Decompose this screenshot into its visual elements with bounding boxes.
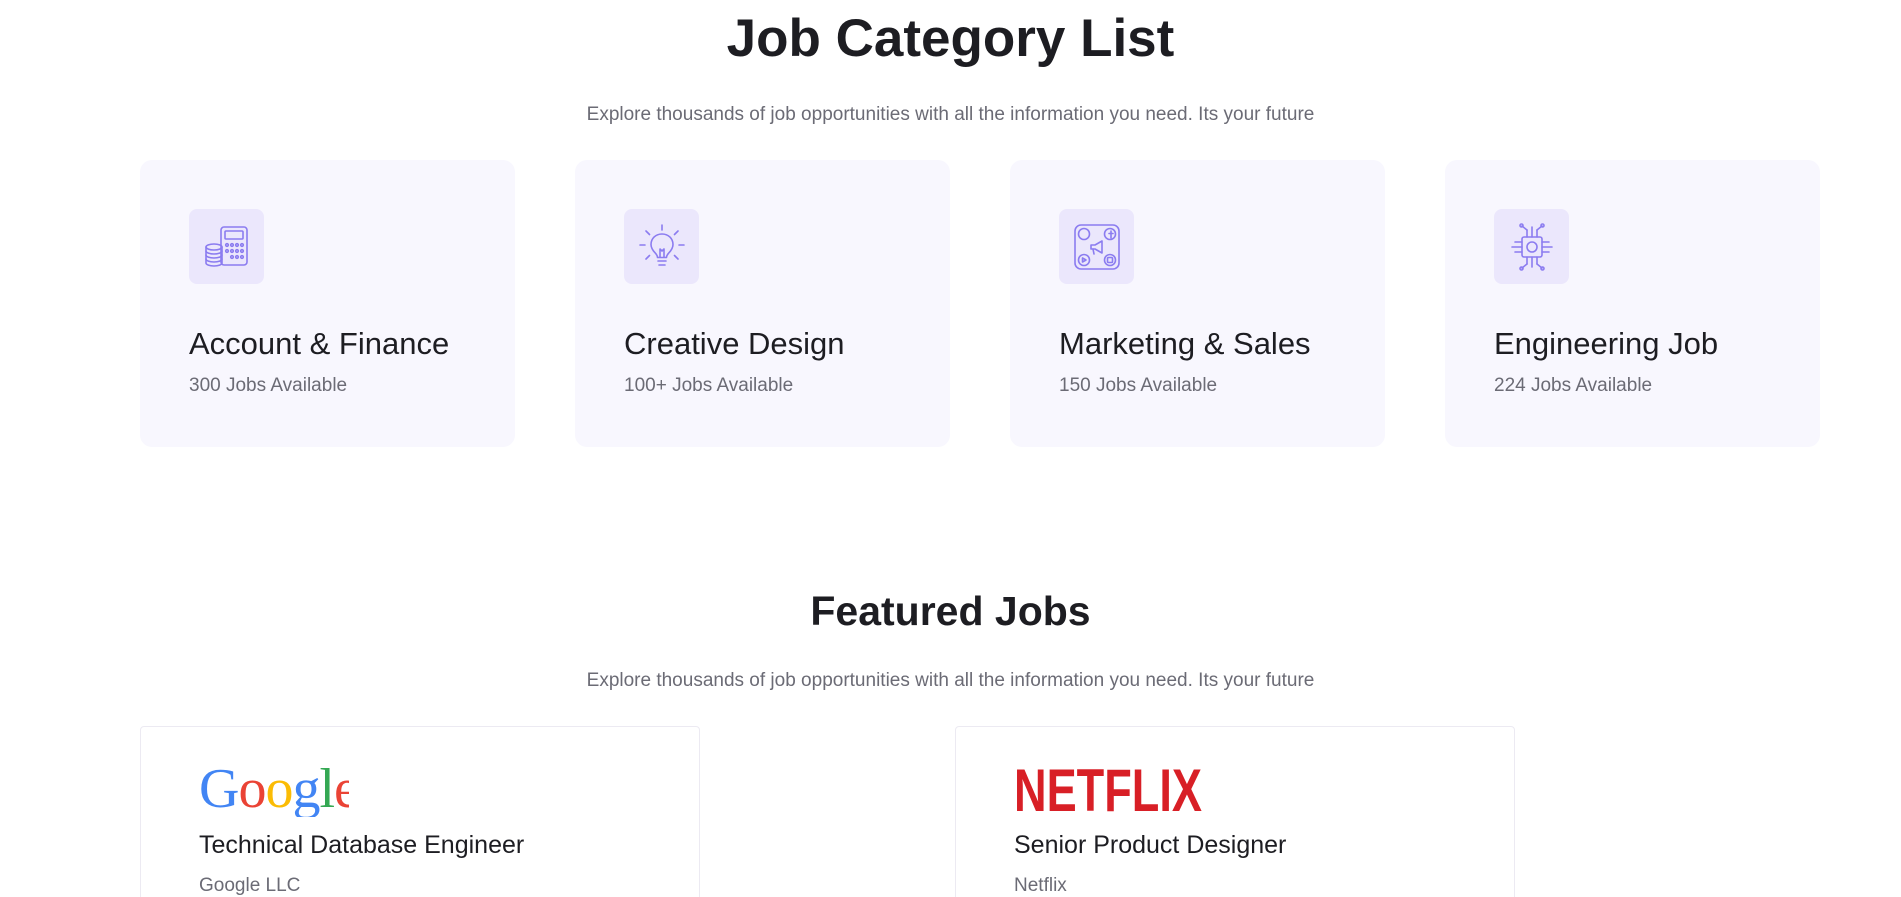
job-category-subtitle: Explore thousands of job opportunities w…: [586, 104, 1315, 125]
lightbulb-icon: [624, 209, 699, 284]
category-card-engineering[interactable]: Engineering Job 224 Jobs Available: [1445, 160, 1820, 447]
social-media-megaphone-icon: [1059, 209, 1134, 284]
category-name: Account & Finance: [189, 326, 450, 361]
category-name: Marketing & Sales: [1059, 326, 1311, 361]
job-title[interactable]: Technical Database Engineer: [199, 831, 524, 860]
job-category-title: Job Category List: [726, 9, 1175, 68]
calculator-coins-icon: [189, 209, 264, 284]
category-job-count: 300 Jobs Available: [189, 375, 348, 396]
featured-jobs-title: Featured Jobs: [810, 588, 1091, 634]
category-card-account-finance[interactable]: Account & Finance 300 Jobs Available: [140, 160, 515, 447]
category-job-count: 224 Jobs Available: [1494, 375, 1653, 396]
company-name: Google LLC: [199, 875, 301, 896]
circuit-chip-icon: [1494, 209, 1569, 284]
netflix-logo: NETFLIX: [1014, 757, 1202, 817]
category-name: Creative Design: [624, 326, 845, 361]
category-job-count: 150 Jobs Available: [1059, 375, 1218, 396]
featured-jobs-subtitle: Explore thousands of job opportunities w…: [586, 670, 1315, 691]
category-card-creative-design[interactable]: Creative Design 100+ Jobs Available: [575, 160, 950, 447]
svg-text:Google: Google: [199, 758, 349, 817]
job-title[interactable]: Senior Product Designer: [1014, 831, 1286, 860]
category-job-count: 100+ Jobs Available: [624, 375, 794, 396]
company-name: Netflix: [1014, 875, 1067, 896]
google-logo: Google: [199, 758, 349, 817]
job-card-netflix[interactable]: NETFLIX Senior Product Designer Netflix: [955, 726, 1515, 897]
svg-text:NETFLIX: NETFLIX: [1014, 757, 1202, 817]
category-card-marketing-sales[interactable]: Marketing & Sales 150 Jobs Available: [1010, 160, 1385, 447]
page: Job Category List Explore thousands of j…: [0, 0, 1901, 897]
category-name: Engineering Job: [1494, 326, 1719, 361]
job-card-google[interactable]: Google Technical Database Engineer Googl…: [140, 726, 700, 897]
